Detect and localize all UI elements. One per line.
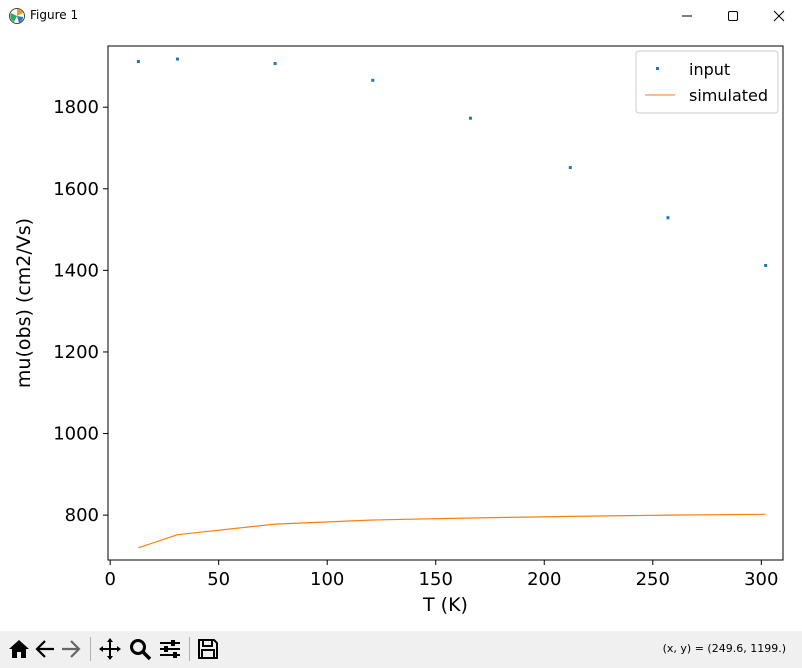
close-icon: [773, 10, 785, 21]
pan-icon: [99, 638, 121, 660]
y-tick-label: 1400: [53, 260, 99, 281]
toolbar-separator: [189, 637, 190, 661]
y-tick-label: 800: [65, 505, 99, 526]
legend: input simulated: [635, 50, 779, 114]
maximize-button[interactable]: [710, 0, 756, 31]
home-icon: [9, 640, 29, 658]
save-button[interactable]: [195, 636, 221, 662]
x-axis-label: T (K): [422, 594, 468, 616]
input-data-point: [273, 62, 277, 66]
back-button[interactable]: [32, 636, 58, 662]
x-tick-label: 100: [310, 569, 344, 590]
y-tick-label: 1600: [53, 179, 99, 200]
y-tick-label: 1200: [53, 342, 99, 363]
window-title: Figure 1: [30, 8, 79, 22]
axes-frame: [107, 45, 784, 561]
figure-canvas[interactable]: 0 50 100 150 200 250 300 800 1000 1200 1400 1600 18…: [0, 31, 802, 631]
save-icon: [198, 639, 218, 659]
close-button[interactable]: [756, 0, 802, 31]
y-tick-label: 1000: [53, 424, 99, 445]
input-data-point: [764, 263, 768, 267]
back-icon: [35, 640, 54, 658]
simulated-series-line: [138, 513, 766, 549]
x-tick-label: 200: [527, 569, 561, 590]
input-data-point: [468, 116, 472, 120]
minimize-button[interactable]: [664, 0, 710, 31]
legend-input-marker: [656, 67, 659, 70]
cursor-coordinates: (x, y) = (249.6, 1199.): [662, 642, 786, 655]
x-tick-label: 150: [419, 569, 453, 590]
matplotlib-icon: [8, 7, 26, 25]
title-bar: Figure 1: [0, 0, 802, 32]
home-button[interactable]: [6, 636, 32, 662]
y-tick-label: 1800: [53, 97, 99, 118]
toolbar-separator: [90, 637, 91, 661]
legend-simulated-label: simulated: [689, 86, 768, 105]
x-tick-label: 50: [207, 569, 230, 590]
input-data-point: [568, 166, 572, 170]
input-data-point: [371, 78, 375, 82]
y-axis-label: mu(obs) (cm2/Vs): [13, 218, 35, 388]
maximize-icon: [728, 10, 738, 21]
x-tick-label: 250: [636, 569, 670, 590]
pan-button[interactable]: [97, 636, 123, 662]
zoom-icon: [130, 639, 152, 661]
configure-icon: [160, 640, 180, 658]
input-data-point: [136, 60, 140, 64]
forward-button[interactable]: [58, 636, 84, 662]
input-data-point: [666, 216, 670, 220]
chart: 0 50 100 150 200 250 300 800 1000 1200 1400 1600 18…: [13, 45, 784, 616]
legend-input-label: input: [689, 60, 730, 79]
x-tick-label: 300: [744, 569, 778, 590]
input-data-point: [175, 57, 179, 61]
navigation-toolbar: (x, y) = (249.6, 1199.): [0, 631, 802, 668]
forward-icon: [62, 640, 81, 658]
x-tick-label: 0: [104, 569, 115, 590]
zoom-button[interactable]: [127, 636, 153, 662]
configure-button[interactable]: [157, 636, 183, 662]
minimize-icon: [682, 15, 692, 16]
